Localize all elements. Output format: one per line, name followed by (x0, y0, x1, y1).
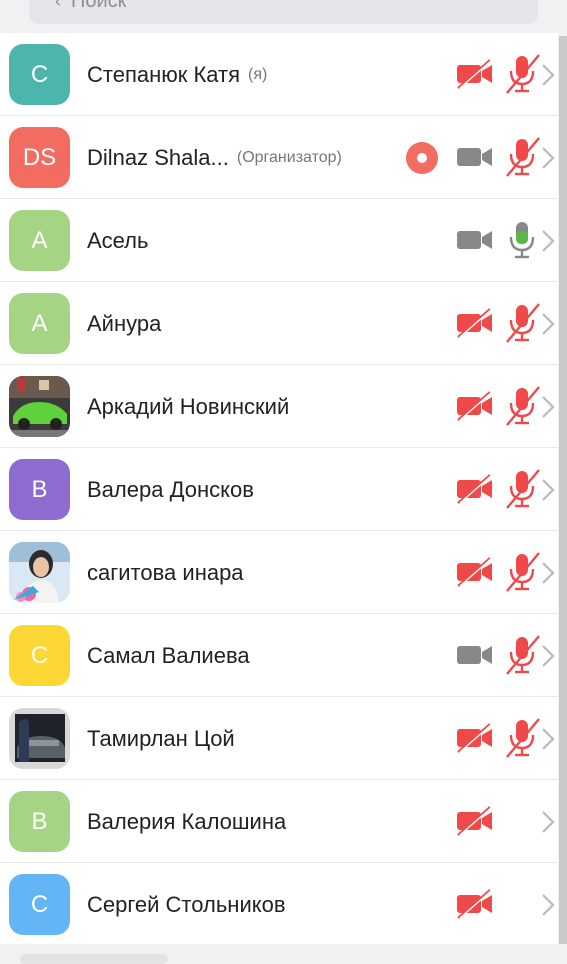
mic-muted-icon[interactable] (506, 53, 540, 100)
avatar-initials: В (31, 807, 48, 835)
participant-row[interactable]: А Асель (0, 199, 558, 282)
chevron-right-icon[interactable] (540, 311, 556, 342)
video-on-icon[interactable] (456, 225, 494, 260)
avatar: С (9, 874, 70, 935)
video-off-icon[interactable] (456, 308, 494, 343)
search-field[interactable]: ‹ Поиск (29, 0, 538, 24)
participant-name-text: сагитова инара (87, 559, 244, 585)
chevron-right-icon[interactable] (540, 809, 556, 840)
search-icon: ‹ (55, 0, 61, 11)
participant-name: Самал Валиева (87, 614, 250, 697)
participant-role-tag: (я) (248, 65, 268, 83)
chevron-right-icon[interactable] (540, 560, 556, 591)
avatar (9, 376, 70, 437)
participant-row[interactable]: С Степанюк Катя (я) (0, 33, 558, 116)
mic-on-icon[interactable] (506, 219, 540, 266)
video-on-icon[interactable] (456, 142, 494, 177)
avatar: DS (9, 127, 70, 188)
search-label: Поиск (71, 0, 127, 12)
participant-name: Айнура (87, 282, 161, 365)
video-off-icon[interactable] (456, 557, 494, 592)
chevron-right-icon[interactable] (540, 892, 556, 923)
participant-name: Сергей Стольников (87, 863, 286, 946)
recording-icon (406, 142, 438, 174)
avatar-initials: А (31, 226, 48, 254)
avatar-initials: С (30, 890, 49, 918)
participant-row[interactable]: В Валера Донсков (0, 448, 558, 531)
avatar (9, 542, 70, 603)
chevron-right-icon[interactable] (540, 477, 556, 508)
participant-row[interactable]: Аркадий Новинский (0, 365, 558, 448)
avatar: В (9, 791, 70, 852)
participant-row[interactable]: С Самал Валиева (0, 614, 558, 697)
chevron-right-icon[interactable] (540, 62, 556, 93)
avatar-initials: С (30, 60, 49, 88)
avatar: В (9, 459, 70, 520)
video-off-icon[interactable] (456, 889, 494, 924)
avatar (9, 708, 70, 769)
scrollbar[interactable] (559, 36, 567, 944)
participant-name: Валерия Калошина (87, 780, 286, 863)
participant-row[interactable]: А Айнура (0, 282, 558, 365)
participant-name-text: Аркадий Новинский (87, 393, 290, 419)
chevron-right-icon[interactable] (540, 145, 556, 176)
participant-name-text: Валера Донсков (87, 476, 254, 502)
participant-row[interactable]: В Валерия Калошина (0, 780, 558, 863)
video-off-icon[interactable] (456, 59, 494, 94)
mic-muted-icon[interactable] (506, 385, 540, 432)
participant-name-text: Валерия Калошина (87, 808, 287, 834)
participants-list: С Степанюк Катя (я) DS Dilnaz Shala... (Орган… (0, 33, 558, 946)
avatar: С (9, 44, 70, 105)
avatar: А (9, 293, 70, 354)
chevron-right-icon[interactable] (540, 726, 556, 757)
bottom-pill (20, 954, 168, 964)
participant-name-text: Dilnaz Shala... (87, 144, 229, 170)
participant-name: Dilnaz Shala... (Организатор) (87, 116, 342, 199)
mic-muted-icon[interactable] (506, 634, 540, 681)
video-on-icon[interactable] (456, 640, 494, 675)
participant-row[interactable]: С Сергей Стольников (0, 863, 558, 946)
participant-row[interactable]: Тамирлан Цой (0, 697, 558, 780)
avatar-initials: DS (22, 143, 57, 171)
avatar-initials: В (31, 475, 48, 503)
bottom-bar (0, 944, 567, 964)
avatar: А (9, 210, 70, 271)
participant-name-text: Асель (87, 227, 149, 253)
participant-name-text: Самал Валиева (87, 642, 250, 668)
video-off-icon[interactable] (456, 474, 494, 509)
mic-muted-icon[interactable] (506, 551, 540, 598)
participant-name: сагитова инара (87, 531, 244, 614)
mic-muted-icon[interactable] (506, 302, 540, 349)
chevron-right-icon[interactable] (540, 643, 556, 674)
participant-name: Валера Донсков (87, 448, 254, 531)
mic-muted-icon[interactable] (506, 136, 540, 183)
participant-name: Аркадий Новинский (87, 365, 289, 448)
mic-muted-icon[interactable] (506, 717, 540, 764)
chevron-right-icon[interactable] (540, 228, 556, 259)
mic-muted-icon[interactable] (506, 468, 540, 515)
participant-role-tag: (Организатор) (236, 148, 342, 166)
participant-name: Тамирлан Цой (87, 697, 235, 780)
video-off-icon[interactable] (456, 723, 494, 758)
participant-row[interactable]: сагитова инара (0, 531, 558, 614)
participant-name-text: Сергей Стольников (87, 891, 286, 917)
participant-name-text: Тамирлан Цой (87, 725, 235, 751)
video-off-icon[interactable] (456, 806, 494, 841)
participant-name-text: Степанюк Катя (87, 61, 241, 87)
participant-row[interactable]: DS Dilnaz Shala... (Организатор) (0, 116, 558, 199)
video-off-icon[interactable] (456, 391, 494, 426)
chevron-right-icon[interactable] (540, 394, 556, 425)
avatar-initials: А (31, 309, 48, 337)
participant-name: Степанюк Катя (я) (87, 33, 267, 116)
participant-name: Асель (87, 199, 148, 282)
avatar: С (9, 625, 70, 686)
participant-name-text: Айнура (87, 310, 162, 336)
avatar-initials: С (30, 641, 49, 669)
